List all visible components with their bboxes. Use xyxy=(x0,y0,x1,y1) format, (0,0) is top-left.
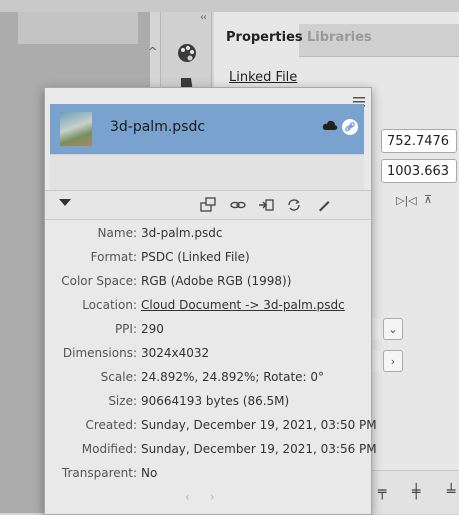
flip-vertical-icon[interactable]: ⊼ xyxy=(424,193,432,206)
info-row-color-space: Color Space: RGB (Adobe RGB (1998)) xyxy=(45,272,371,292)
pager: ‹› xyxy=(185,490,235,504)
info-label: Created: xyxy=(85,418,137,432)
links-popup: 3d-palm.psdc Name: 3d-palm.psdc Format: … xyxy=(44,87,377,515)
file-list-empty-area xyxy=(50,154,364,191)
scroll-up-icon[interactable]: ^ xyxy=(148,45,157,58)
info-label: Dimensions: xyxy=(62,346,137,360)
color-palette-icon[interactable] xyxy=(176,42,198,64)
info-value: 90664193 bytes (86.5M) xyxy=(141,394,290,408)
info-row-size: Size: 90664193 bytes (86.5M) xyxy=(45,392,371,412)
linked-file-section-title[interactable]: Linked File xyxy=(229,70,297,85)
dropdown-button[interactable]: ⌄ xyxy=(383,318,403,340)
info-row-name: Name: 3d-palm.psdc xyxy=(45,224,371,244)
collapse-panels-icon[interactable]: ‹‹ xyxy=(200,12,207,23)
info-value: No xyxy=(141,466,158,480)
info-value: 290 xyxy=(141,322,164,336)
info-value: Sunday, December 19, 2021, 03:50 PM xyxy=(141,418,377,432)
align-bottom-icon[interactable]: ╧ xyxy=(447,484,455,500)
info-value: PSDC (Linked File) xyxy=(141,250,250,264)
height-field[interactable]: 1003.663 xyxy=(381,159,457,183)
info-row-transparent: Transparent: No xyxy=(45,464,371,484)
next-link-button[interactable]: › xyxy=(210,490,235,504)
link-icon xyxy=(342,119,358,135)
linked-file-row[interactable]: 3d-palm.psdc xyxy=(50,104,364,154)
previous-link-button[interactable]: ‹ xyxy=(185,490,210,504)
info-value: Sunday, December 19, 2021, 03:56 PM xyxy=(141,442,377,456)
tab-properties[interactable]: Properties xyxy=(226,30,303,45)
align-top-icon[interactable]: ╤ xyxy=(378,484,386,500)
document-tab[interactable] xyxy=(18,12,138,44)
info-value: RGB (Adobe RGB (1998)) xyxy=(141,274,292,288)
info-row-ppi: PPI: 290 xyxy=(45,320,371,340)
info-label: Location: xyxy=(82,298,137,312)
info-label: Size: xyxy=(108,394,137,408)
location-link[interactable]: Cloud Document -> 3d-palm.psdc xyxy=(141,298,345,312)
align-vertical-center-icon[interactable]: ╪ xyxy=(412,484,420,500)
width-field[interactable]: 752.7476 xyxy=(381,129,457,153)
info-row-location: Location: Cloud Document -> 3d-palm.psdc xyxy=(45,296,371,316)
embed-image-icon[interactable] xyxy=(257,196,275,214)
disclosure-triangle-icon[interactable] xyxy=(59,199,71,206)
info-label: Modified: xyxy=(81,442,137,456)
info-row-format: Format: PSDC (Linked File) xyxy=(45,248,371,268)
file-thumbnail xyxy=(60,112,92,146)
top-strip xyxy=(0,0,459,12)
info-label: Format: xyxy=(90,250,137,264)
info-value: 3d-palm.psdc xyxy=(141,226,223,240)
relink-icon[interactable] xyxy=(199,196,217,214)
info-row-modified: Modified: Sunday, December 19, 2021, 03:… xyxy=(45,440,377,460)
info-row-created: Created: Sunday, December 19, 2021, 03:5… xyxy=(45,416,376,436)
expand-button[interactable]: › xyxy=(383,350,403,372)
info-label: Transparent: xyxy=(61,466,137,480)
edit-original-icon[interactable] xyxy=(315,196,333,214)
flip-horizontal-icon[interactable]: ▷|◁ xyxy=(396,194,417,207)
info-label: PPI: xyxy=(114,322,137,336)
info-label: Color Space: xyxy=(61,274,137,288)
go-to-link-icon[interactable] xyxy=(229,196,247,214)
info-label: Name: xyxy=(97,226,137,240)
tab-libraries[interactable]: Libraries xyxy=(307,30,372,45)
info-row-dimensions: Dimensions: 3024x4032 xyxy=(45,344,371,364)
info-value: 24.892%, 24.892%; Rotate: 0° xyxy=(141,370,325,384)
info-value: 3024x4032 xyxy=(141,346,210,360)
links-toolbar xyxy=(45,190,371,220)
update-link-icon[interactable] xyxy=(285,196,303,214)
info-label: Scale: xyxy=(100,370,137,384)
file-name: 3d-palm.psdc xyxy=(110,119,206,135)
info-row-scale: Scale: 24.892%, 24.892%; Rotate: 0° xyxy=(45,368,371,388)
cloud-icon xyxy=(322,119,338,135)
